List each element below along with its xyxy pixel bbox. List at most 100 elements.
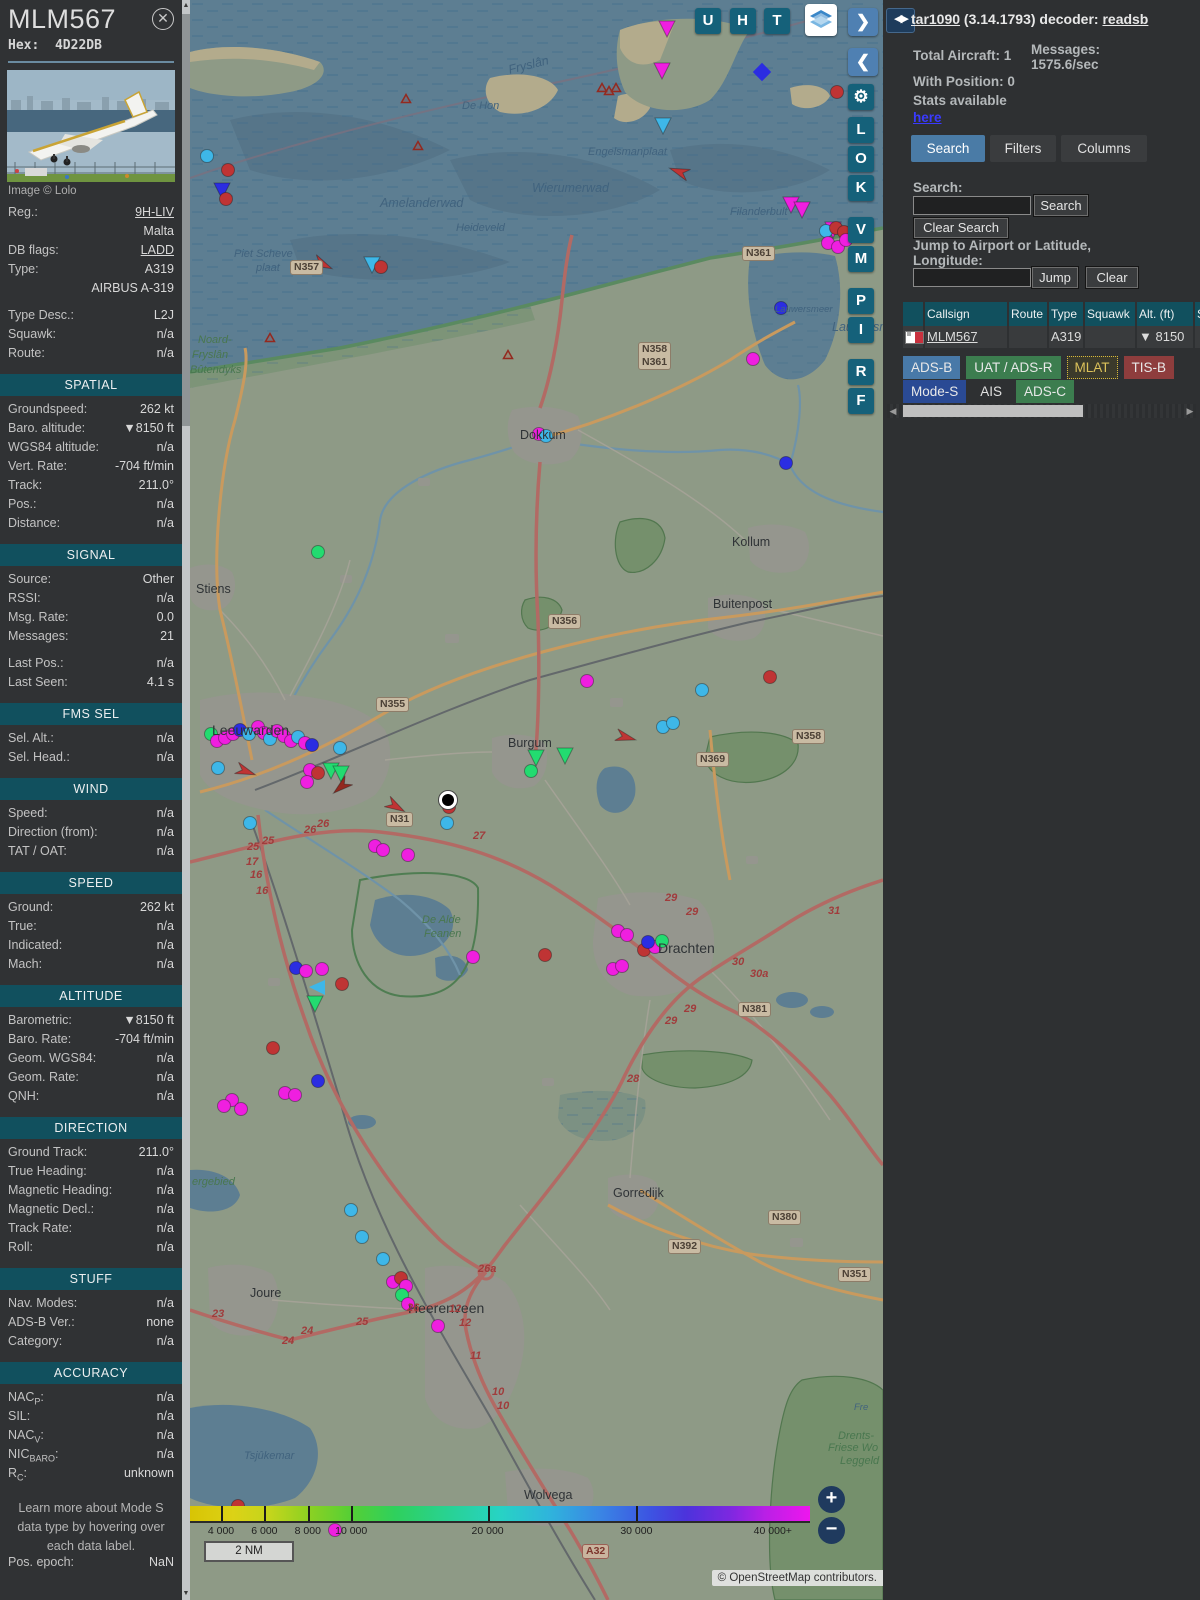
map-button-u[interactable]: U bbox=[695, 8, 721, 34]
dot-marker[interactable] bbox=[695, 683, 709, 697]
dot-marker[interactable] bbox=[315, 962, 329, 976]
clear-button[interactable]: Clear bbox=[1085, 266, 1139, 289]
jump-input[interactable] bbox=[913, 268, 1031, 287]
dot-marker[interactable] bbox=[641, 935, 655, 949]
scroll-left-icon[interactable]: ◀ bbox=[887, 404, 899, 418]
gear-icon[interactable]: ⚙ bbox=[848, 84, 874, 110]
zoom-out-button[interactable]: − bbox=[818, 1517, 845, 1544]
dot-marker[interactable] bbox=[538, 948, 552, 962]
tab-search[interactable]: Search bbox=[911, 135, 985, 162]
data-row-value[interactable]: LADD bbox=[141, 243, 174, 257]
dot-marker[interactable] bbox=[211, 761, 225, 775]
map-attribution[interactable]: © OpenStreetMap contributors. bbox=[711, 1570, 883, 1586]
dot-marker[interactable] bbox=[333, 741, 347, 755]
dot-marker[interactable] bbox=[524, 764, 538, 778]
search-input[interactable] bbox=[913, 196, 1031, 215]
dot-marker[interactable] bbox=[311, 545, 325, 559]
dot-marker[interactable] bbox=[299, 964, 313, 978]
clear-search-button[interactable]: Clear Search bbox=[913, 217, 1009, 239]
column-header[interactable]: Alt. (ft) bbox=[1137, 302, 1195, 326]
dot-marker[interactable] bbox=[305, 738, 319, 752]
filter-uat[interactable]: UAT / ADS-R bbox=[966, 356, 1061, 379]
map-canvas[interactable]: Fryslân De Hon Engelsmanplaat Wierumerwad Am… bbox=[190, 0, 883, 1600]
dot-marker[interactable] bbox=[266, 1041, 280, 1055]
tab-filters[interactable]: Filters bbox=[990, 135, 1056, 162]
map-button-k[interactable]: K bbox=[848, 175, 874, 201]
aircraft-photo[interactable] bbox=[7, 70, 175, 182]
dot-marker[interactable] bbox=[440, 816, 454, 830]
map-button-h[interactable]: H bbox=[729, 8, 756, 34]
dot-marker[interactable] bbox=[580, 674, 594, 688]
dot-marker[interactable] bbox=[615, 959, 629, 973]
dot-marker[interactable] bbox=[288, 1088, 302, 1102]
column-header[interactable]: Callsign bbox=[925, 302, 1009, 326]
filter-tisb[interactable]: TIS-B bbox=[1123, 356, 1175, 379]
table-horizontal-scrollbar[interactable]: ◀ ▶ bbox=[887, 404, 1196, 418]
map-button-t[interactable]: T bbox=[764, 8, 790, 34]
column-header[interactable]: Squawk bbox=[1085, 302, 1137, 326]
table-row[interactable]: MLM567 A319 ▼ 8150 bbox=[903, 326, 1200, 348]
map-button-v[interactable]: V bbox=[848, 217, 874, 243]
dot-marker[interactable] bbox=[217, 1099, 231, 1113]
map-button-m[interactable]: M bbox=[848, 246, 874, 272]
filter-mlat[interactable]: MLAT bbox=[1066, 356, 1118, 379]
table-cell[interactable]: MLM567 bbox=[925, 326, 1009, 348]
dot-marker[interactable] bbox=[221, 163, 235, 177]
dot-marker[interactable] bbox=[311, 766, 325, 780]
map-button-i[interactable]: I bbox=[848, 317, 874, 343]
stats-here-link[interactable]: here bbox=[913, 110, 942, 125]
dot-marker[interactable] bbox=[401, 1297, 415, 1311]
scroll-up-icon[interactable]: ▲ bbox=[182, 0, 190, 12]
dot-marker[interactable] bbox=[335, 977, 349, 991]
dot-marker[interactable] bbox=[300, 775, 314, 789]
jump-button[interactable]: Jump bbox=[1031, 266, 1079, 289]
dot-marker[interactable] bbox=[401, 848, 415, 862]
filter-adsb[interactable]: ADS-B bbox=[903, 356, 961, 379]
map-button-p[interactable]: P bbox=[848, 288, 874, 314]
dot-marker[interactable] bbox=[655, 934, 669, 948]
dot-marker[interactable] bbox=[374, 260, 388, 274]
sidebar-collapse-button[interactable]: ❮ bbox=[848, 48, 878, 76]
map-button-r[interactable]: R bbox=[848, 359, 874, 385]
dot-marker[interactable] bbox=[243, 816, 257, 830]
sidebar-scrollbar-thumb[interactable] bbox=[182, 14, 190, 426]
dot-marker[interactable] bbox=[539, 429, 553, 443]
data-row-value[interactable]: 9H-LIV bbox=[135, 205, 174, 219]
map-button-f[interactable]: F bbox=[848, 388, 874, 414]
dot-marker[interactable] bbox=[311, 1074, 325, 1088]
tar1090-link[interactable]: tar1090 bbox=[911, 11, 960, 27]
layers-icon[interactable] bbox=[805, 4, 837, 36]
filter-modes[interactable]: Mode-S bbox=[903, 380, 967, 403]
tab-columns[interactable]: Columns bbox=[1061, 135, 1147, 162]
dot-marker[interactable] bbox=[234, 1102, 248, 1116]
column-header[interactable]: Route bbox=[1009, 302, 1049, 326]
map-button-o[interactable]: O bbox=[848, 146, 874, 172]
dot-marker[interactable] bbox=[666, 716, 680, 730]
dot-marker[interactable] bbox=[376, 1252, 390, 1266]
filter-ais[interactable]: AIS bbox=[972, 380, 1010, 403]
sidebar-expand-button[interactable]: ❯ bbox=[848, 8, 878, 36]
target-marker[interactable] bbox=[438, 790, 458, 810]
filter-adsc[interactable]: ADS-C bbox=[1016, 380, 1075, 403]
dot-marker[interactable] bbox=[431, 1319, 445, 1333]
dot-marker[interactable] bbox=[774, 301, 788, 315]
dot-marker[interactable] bbox=[779, 456, 793, 470]
dot-marker[interactable] bbox=[344, 1203, 358, 1217]
dot-marker[interactable] bbox=[763, 670, 777, 684]
dot-marker[interactable] bbox=[830, 85, 844, 99]
dot-marker[interactable] bbox=[219, 192, 233, 206]
dot-marker[interactable] bbox=[466, 950, 480, 964]
scroll-down-icon[interactable]: ▼ bbox=[182, 1588, 190, 1600]
column-header[interactable] bbox=[903, 302, 925, 326]
column-header[interactable]: Type bbox=[1049, 302, 1085, 326]
close-icon[interactable]: ✕ bbox=[152, 8, 174, 30]
sidebar-scrollbar[interactable]: ▲ ▼ bbox=[182, 0, 190, 1600]
dot-marker[interactable] bbox=[355, 1230, 369, 1244]
scroll-right-icon[interactable]: ▶ bbox=[1184, 404, 1196, 418]
table-scrollbar-thumb[interactable] bbox=[903, 405, 1083, 417]
readsb-link[interactable]: readsb bbox=[1102, 11, 1148, 27]
dot-marker[interactable] bbox=[620, 928, 634, 942]
search-button[interactable]: Search bbox=[1033, 194, 1089, 217]
dot-marker[interactable] bbox=[376, 843, 390, 857]
dot-marker[interactable] bbox=[746, 352, 760, 366]
